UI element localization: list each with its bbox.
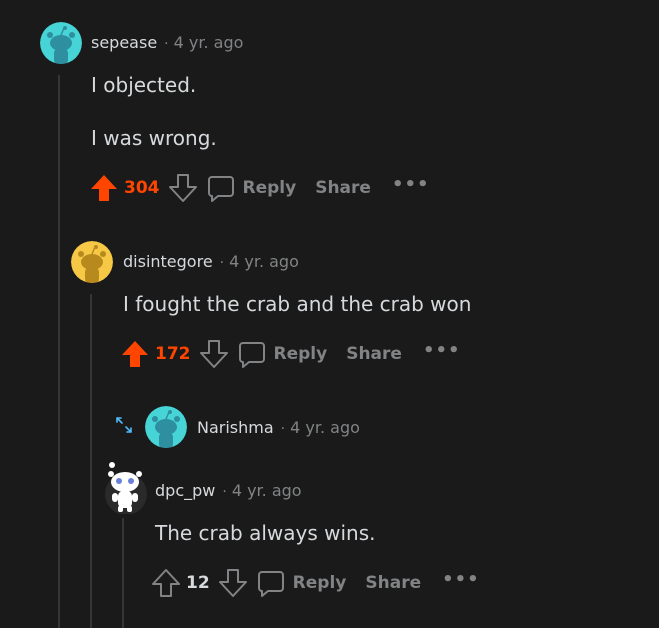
- upvote-button[interactable]: [90, 173, 118, 203]
- thread-line[interactable]: [58, 75, 60, 628]
- upvote-arrow-icon: [122, 341, 148, 367]
- comment-meta: sepease · 4 yr. ago: [91, 33, 243, 52]
- comment-meta: disintegore · 4 yr. ago: [123, 252, 299, 271]
- snoo-avatar-icon: [145, 406, 187, 448]
- separator-dot: ·: [164, 36, 169, 52]
- downvote-button[interactable]: [218, 568, 247, 598]
- reply-button[interactable]: Reply: [238, 340, 328, 368]
- comment-meta: dpc_pw · 4 yr. ago: [155, 481, 302, 500]
- comment-body-line: I fought the crab and the crab won: [123, 292, 472, 316]
- upvote-button[interactable]: [121, 339, 149, 369]
- expand-arrows-icon[interactable]: [114, 415, 134, 439]
- separator-dot: ·: [280, 421, 286, 437]
- timestamp[interactable]: 4 yr. ago: [232, 481, 302, 500]
- comment-actions: 172 Reply Share •••: [121, 337, 460, 371]
- comment-thread: sepease · 4 yr. ago I objected. I was wr…: [0, 0, 659, 628]
- thread-line[interactable]: [90, 294, 92, 628]
- share-button[interactable]: Share: [315, 178, 371, 198]
- downvote-arrow-icon: [168, 174, 197, 202]
- comment-body-line: The crab always wins.: [155, 521, 376, 545]
- comment-body-line: I was wrong.: [91, 126, 217, 150]
- avatar[interactable]: [145, 406, 187, 448]
- comment-actions: 304 Reply Share •••: [90, 171, 429, 205]
- upvote-arrow-icon: [152, 569, 180, 597]
- reply-button[interactable]: Reply: [257, 569, 347, 597]
- comment-bubble-icon: [257, 571, 284, 597]
- vote-score: 12: [186, 573, 210, 593]
- reply-label: Reply: [242, 178, 297, 198]
- share-button[interactable]: Share: [346, 344, 402, 364]
- avatar[interactable]: [71, 241, 113, 283]
- comment-body-line: I objected.: [91, 73, 197, 97]
- share-button[interactable]: Share: [365, 573, 421, 593]
- avatar[interactable]: [100, 462, 150, 514]
- thread-line[interactable]: [122, 518, 124, 628]
- comment-bubble-icon: [238, 342, 265, 368]
- upvote-arrow-icon: [91, 175, 117, 201]
- downvote-button[interactable]: [199, 339, 228, 369]
- reply-label: Reply: [292, 573, 347, 593]
- snoo-avatar-icon: [40, 22, 82, 64]
- downvote-button[interactable]: [168, 173, 197, 203]
- upvote-button[interactable]: [152, 568, 180, 598]
- vote-score: 304: [124, 178, 160, 198]
- timestamp[interactable]: 4 yr. ago: [290, 418, 360, 437]
- downvote-arrow-icon: [199, 340, 228, 368]
- more-options-button[interactable]: •••: [423, 340, 461, 361]
- timestamp[interactable]: 4 yr. ago: [229, 252, 299, 271]
- comment-meta: Narishma · 4 yr. ago: [197, 418, 360, 437]
- snoo-avatar-icon: [71, 241, 113, 283]
- more-options-button[interactable]: •••: [392, 174, 430, 195]
- separator-dot: ·: [222, 484, 227, 500]
- avatar[interactable]: [40, 22, 82, 64]
- reply-label: Reply: [273, 344, 328, 364]
- username[interactable]: dpc_pw: [155, 481, 215, 500]
- separator-dot: ·: [219, 255, 225, 271]
- timestamp[interactable]: 4 yr. ago: [174, 33, 244, 52]
- more-options-button[interactable]: •••: [442, 569, 480, 590]
- comment-bubble-icon: [207, 176, 234, 202]
- snoo-avatar-icon: [105, 462, 147, 514]
- username[interactable]: Narishma: [197, 418, 274, 437]
- downvote-arrow-icon: [218, 569, 247, 597]
- reply-button[interactable]: Reply: [207, 174, 297, 202]
- username[interactable]: disintegore: [123, 252, 213, 271]
- comment-actions: 12 Reply Share •••: [152, 566, 480, 600]
- vote-score: 172: [155, 344, 191, 364]
- username[interactable]: sepease: [91, 33, 157, 52]
